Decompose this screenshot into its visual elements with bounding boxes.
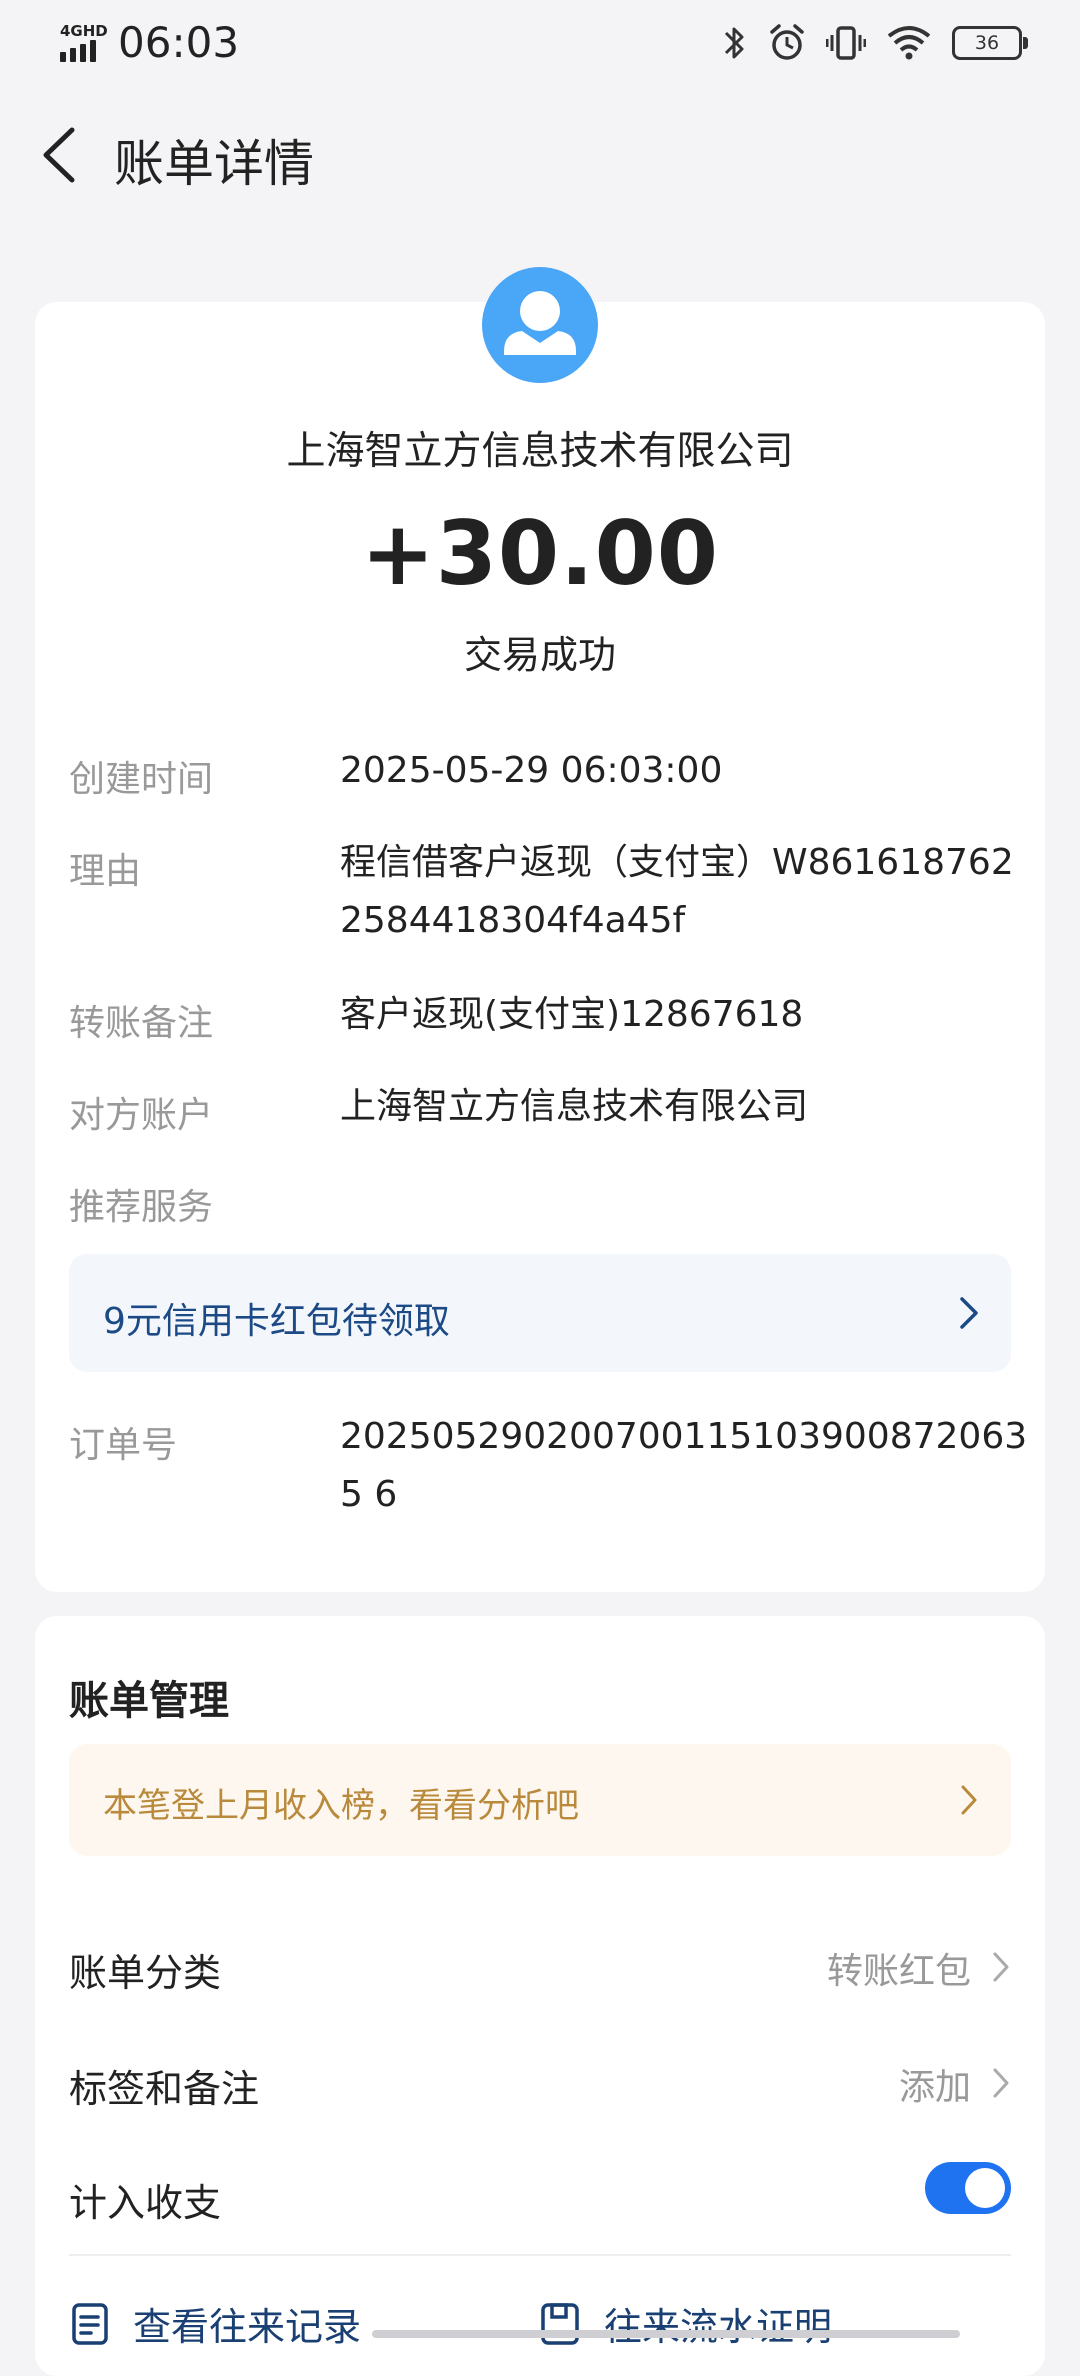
bill-category-label: 账单分类 bbox=[69, 1951, 222, 1995]
include-in-stats-toggle[interactable] bbox=[925, 2162, 1011, 2214]
bluetooth-icon bbox=[724, 27, 744, 59]
created-time-label: 创建时间 bbox=[69, 759, 214, 800]
counterparty-name: 上海智立方信息技术有限公司 bbox=[286, 429, 794, 474]
bill-category-value: 转账红包 bbox=[826, 1951, 971, 1992]
section-title: 账单管理 bbox=[69, 1678, 229, 1724]
tags-notes-value: 添加 bbox=[898, 2067, 971, 2108]
include-in-stats-label: 计入收支 bbox=[69, 2181, 222, 2225]
network-type: 4GHD bbox=[60, 21, 108, 40]
recommend-label: 推荐服务 bbox=[69, 1187, 214, 1228]
remark-value: 客户返现(支付宝)12867618 bbox=[340, 994, 804, 1035]
wifi-icon bbox=[887, 26, 931, 60]
include-in-stats-row: 计入收支 bbox=[69, 2154, 1011, 2234]
battery-icon: 36 bbox=[952, 26, 1028, 60]
page-title: 账单详情 bbox=[114, 135, 314, 193]
chevron-right-icon bbox=[993, 1952, 1009, 1982]
document-list-icon bbox=[72, 2302, 108, 2345]
save-document-icon bbox=[541, 2302, 579, 2345]
status-bar: 4GHD 06:03 36 bbox=[0, 0, 1080, 84]
user-avatar-icon bbox=[482, 267, 598, 383]
chevron-right-icon bbox=[961, 1785, 977, 1815]
divider bbox=[69, 2254, 1011, 2256]
reason-label: 理由 bbox=[69, 851, 142, 892]
reason-value: 程信借客户返现（支付宝）W8616187622584418304f4a45f bbox=[340, 842, 1014, 941]
toggle-knob bbox=[965, 2168, 1005, 2208]
view-records-text: 查看往来记录 bbox=[133, 2305, 362, 2349]
transaction-proof-text: 往来流水证明 bbox=[604, 2305, 833, 2349]
bill-category-row[interactable]: 账单分类 转账红包 bbox=[69, 1924, 1011, 2004]
chevron-right-icon bbox=[960, 1297, 978, 1329]
bill-management-card: 账单管理 本笔登上月收入榜，看看分析吧 账单分类 转账红包 标签和备注 添加 计… bbox=[35, 1616, 1045, 2376]
income-analysis-promo-text: 本笔登上月收入榜，看看分析吧 bbox=[103, 1786, 579, 1826]
status-time: 06:03 bbox=[118, 18, 240, 67]
credit-card-promo-text: 9元信用卡红包待领取 bbox=[103, 1301, 450, 1342]
order-number-value: 2025052902007001151039008720635 6 bbox=[340, 1416, 1028, 1515]
account-label: 对方账户 bbox=[69, 1095, 214, 1136]
chevron-right-icon bbox=[993, 2068, 1009, 2098]
transaction-amount: +30.00 bbox=[360, 502, 720, 605]
home-indicator bbox=[372, 2330, 960, 2338]
created-time-value: 2025-05-29 06:03:00 bbox=[340, 750, 723, 791]
chevron-left-icon bbox=[43, 127, 75, 183]
cellular-signal-icon: 4GHD bbox=[60, 21, 108, 64]
transaction-status: 交易成功 bbox=[463, 633, 616, 677]
income-analysis-promo-button[interactable]: 本笔登上月收入榜，看看分析吧 bbox=[69, 1744, 1011, 1856]
remark-label: 转账备注 bbox=[69, 1003, 214, 1044]
battery-level: 36 bbox=[974, 32, 1000, 54]
back-button[interactable] bbox=[36, 122, 86, 188]
account-value: 上海智立方信息技术有限公司 bbox=[340, 1086, 809, 1127]
alarm-icon bbox=[770, 24, 804, 60]
transaction-card: 上海智立方信息技术有限公司 +30.00 交易成功 创建时间 2025-05-2… bbox=[35, 267, 1045, 1592]
view-records-link[interactable]: 查看往来记录 bbox=[71, 2296, 361, 2351]
tags-notes-label: 标签和备注 bbox=[69, 2067, 260, 2111]
vibrate-icon bbox=[826, 26, 866, 60]
credit-card-promo-button[interactable]: 9元信用卡红包待领取 bbox=[69, 1254, 1011, 1372]
nav-bar: 账单详情 bbox=[0, 110, 1080, 200]
transaction-proof-link[interactable]: 往来流水证明 bbox=[540, 2296, 832, 2351]
tags-notes-row[interactable]: 标签和备注 添加 bbox=[69, 2040, 1011, 2120]
order-number-label: 订单号 bbox=[69, 1425, 178, 1466]
